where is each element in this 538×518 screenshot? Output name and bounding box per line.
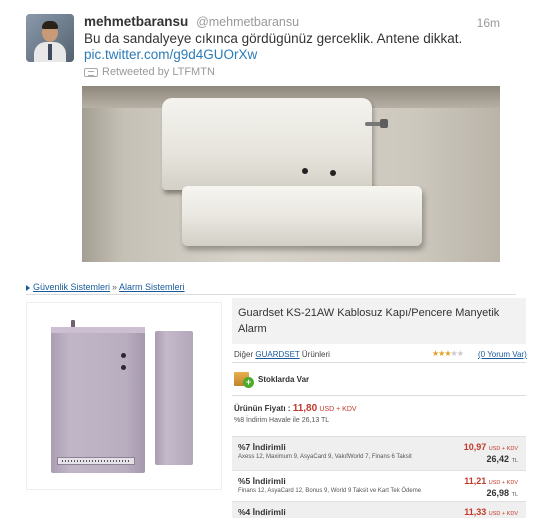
havale-discount: %8 İndirim Havale ile 26,13 TL (234, 417, 330, 424)
price-unit: USD + KDV (319, 406, 357, 413)
product-title: Guardset KS-21AW Kablosuz Kapı/Pencere M… (238, 307, 500, 335)
divider (232, 395, 526, 396)
tweet-timestamp[interactable]: 16m (477, 16, 500, 30)
retweet-icon (84, 67, 98, 77)
avatar[interactable] (26, 14, 74, 62)
brand-link[interactable]: GUARDSET (255, 350, 299, 359)
installment-total: 26,98 TL (486, 488, 518, 498)
product-panel: Guardset KS-21AW Kablosuz Kapı/Pencere M… (232, 298, 527, 518)
tweet-photo-link[interactable]: pic.twitter.com/g9d4GUOrXw (84, 47, 257, 63)
installment-price: 11,21 USD + KDV (464, 476, 518, 486)
sensor-body-photo (162, 98, 372, 190)
installment-banks: Axess 12, Maximum 9, AsyaCard 9, VakıfWo… (238, 454, 412, 460)
breadcrumb-item-alarm[interactable]: Alarm Sistemleri (119, 282, 185, 292)
alarm-unit-image (51, 327, 145, 473)
installment-title: %4 İndirimli (238, 507, 286, 517)
star-icon: ★★★ (432, 349, 451, 358)
magnet-image (155, 331, 193, 465)
divider (232, 362, 526, 363)
reviews-link[interactable]: (0 Yorum Var) (478, 350, 527, 359)
tweet-header: mehmetbaransu @mehmetbaransu (84, 14, 299, 29)
price-row: Ürünün Fiyatı : 11,80 USD + KDV (234, 403, 357, 414)
installment-total: 26,42 TL (486, 454, 518, 464)
retweet-indicator: Retweeted by LTFMTN (84, 66, 215, 78)
tweet: mehmetbaransu @mehmetbaransu 16m Bu da s… (0, 0, 538, 268)
installment-row[interactable]: %7 İndirimli Axess 12, Maximum 9, AsyaCa… (232, 436, 526, 470)
product-image[interactable] (26, 302, 222, 490)
breadcrumb-separator: » (112, 282, 118, 292)
brand-prefix: Diğer (234, 350, 254, 359)
tweet-author-name[interactable]: mehmetbaransu (84, 14, 188, 29)
stock-status: Stoklarda Var (258, 375, 310, 384)
installment-price: 10,97 USD + KDV (463, 442, 518, 452)
tweet-photo[interactable] (82, 86, 500, 262)
product-title-box: Guardset KS-21AW Kablosuz Kapı/Pencere M… (232, 298, 526, 344)
installment-banks: Finans 12, AsyaCard 12, Bonus 9, World 9… (238, 488, 422, 494)
installment-title: %7 İndirimli (238, 442, 286, 452)
installment-row[interactable]: %5 İndirimli Finans 12, AsyaCard 12, Bon… (232, 470, 526, 504)
rating-stars[interactable]: ★★★★★ (432, 349, 464, 358)
divider (26, 294, 516, 295)
brand-suffix: Ürünleri (301, 350, 330, 359)
installment-row[interactable]: %4 İndirimli 11,33 USD + KDV (232, 501, 526, 518)
magnet-photo (182, 186, 422, 246)
price-label: Ürünün Fiyatı : (234, 404, 291, 413)
tweet-author-handle[interactable]: @mehmetbaransu (196, 15, 299, 29)
retweeted-by-text[interactable]: Retweeted by LTFMTN (102, 66, 215, 78)
breadcrumb-item-security[interactable]: Güvenlik Sistemleri (33, 282, 110, 292)
installment-price: 11,33 USD + KDV (464, 507, 518, 517)
installment-title: %5 İndirimli (238, 476, 286, 486)
breadcrumb: Güvenlik Sistemleri» Alarm Sistemleri (26, 282, 185, 292)
star-icon: ★★ (450, 349, 464, 358)
tweet-text: Bu da sandalyeye cıkınca gördügünüz gerc… (84, 31, 463, 46)
stock-box-icon: + (234, 369, 254, 388)
breadcrumb-arrow-icon (26, 284, 30, 291)
price-value: 11,80 (292, 403, 318, 414)
